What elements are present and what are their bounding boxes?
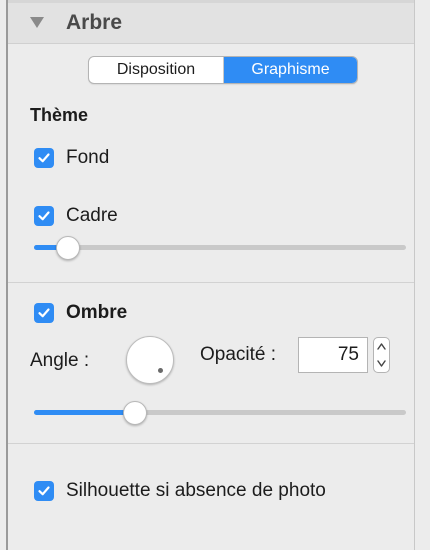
angle-dial-indicator: [158, 368, 163, 373]
angle-dial[interactable]: [126, 336, 174, 384]
disclosure-triangle-icon[interactable]: [30, 17, 44, 28]
theme-heading: Thème: [30, 105, 89, 125]
checkmark-icon: [38, 308, 50, 318]
checkmark-icon: [38, 153, 50, 163]
panel-border-right: [414, 0, 415, 550]
inspector-panel: Arbre Disposition Graphisme Thème Fond C…: [0, 0, 416, 550]
opacity-label: Opacité :: [200, 344, 277, 365]
cadre-checkbox[interactable]: [34, 206, 54, 226]
panel-border: [6, 0, 8, 550]
section-title: Arbre: [66, 11, 123, 34]
cadre-label[interactable]: Cadre: [66, 205, 118, 227]
section-header[interactable]: Arbre: [8, 3, 414, 44]
silhouette-label[interactable]: Silhouette si absence de photo: [66, 480, 326, 502]
fond-label[interactable]: Fond: [66, 147, 109, 169]
cadre-slider-track[interactable]: [34, 245, 406, 250]
opacity-value: 75: [337, 344, 359, 365]
tab-graphisme[interactable]: Graphisme: [224, 57, 357, 83]
checkmark-icon: [38, 486, 50, 496]
stepper-down-icon[interactable]: [374, 355, 389, 372]
tab-disposition[interactable]: Disposition: [89, 57, 224, 83]
opacity-input[interactable]: 75: [298, 337, 368, 373]
stepper-up-icon[interactable]: [374, 338, 389, 355]
opacity-stepper[interactable]: [373, 337, 390, 373]
silhouette-checkbox[interactable]: [34, 481, 54, 501]
fond-checkbox[interactable]: [34, 148, 54, 168]
shadow-slider-knob[interactable]: [123, 401, 148, 425]
ombre-checkbox[interactable]: [34, 303, 54, 323]
shadow-slider-fill: [34, 410, 135, 415]
ombre-label[interactable]: Ombre: [66, 302, 127, 324]
angle-label: Angle :: [30, 350, 90, 371]
divider: [8, 443, 414, 444]
segmented-control: Disposition Graphisme: [88, 56, 358, 84]
checkmark-icon: [38, 211, 50, 221]
divider: [8, 282, 414, 283]
cadre-slider-knob[interactable]: [56, 236, 81, 260]
